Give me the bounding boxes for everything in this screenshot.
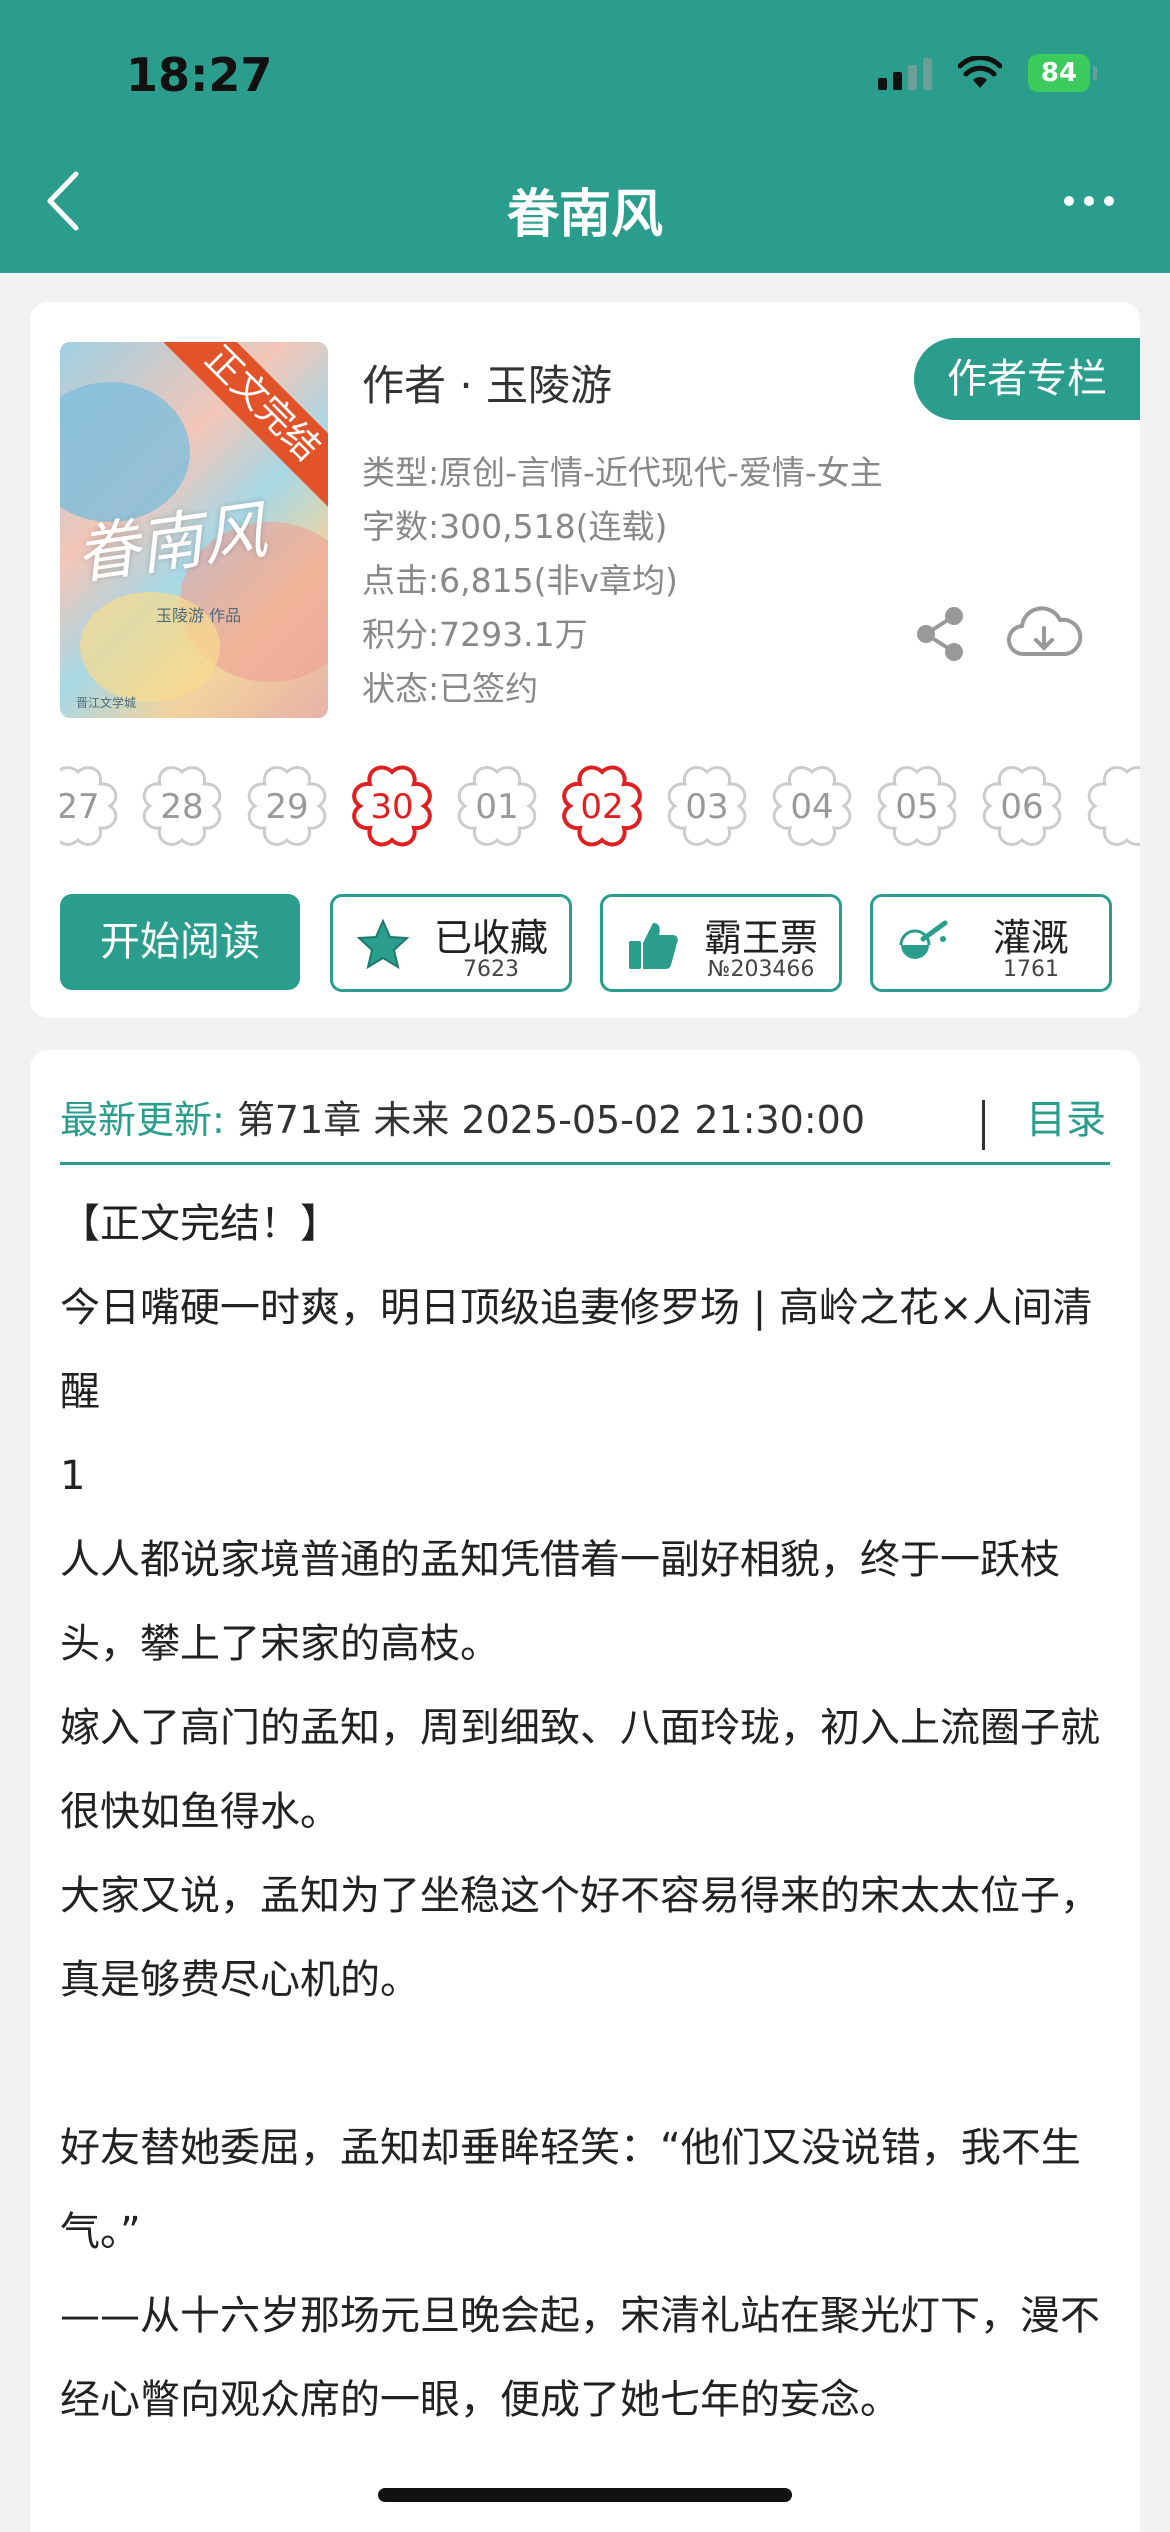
share-icon[interactable] — [910, 604, 970, 664]
latest-update-text: 第71章 未来 2025-05-02 21:30:00 — [236, 1098, 866, 1142]
more-dots-icon[interactable] — [1064, 196, 1114, 206]
synopsis-line: 好友替她委屈，孟知却垂眸轻笑：“他们又没说错，我不生气。” — [60, 2125, 1081, 2255]
download-cloud-icon[interactable] — [1004, 602, 1084, 666]
synopsis-line: 嫁入了高门的孟知，周到细致、八面玲珑，初入上流圈子就很快如鱼得水。 — [60, 1705, 1100, 1835]
cover-publisher: 晋江文学城 — [76, 696, 137, 710]
favorite-label: 已收藏 — [433, 916, 548, 960]
update-day[interactable]: 28 — [136, 760, 228, 852]
meta-score: 积分:7293.1万 — [362, 615, 588, 654]
latest-update-label: 最新更新: — [60, 1098, 225, 1142]
latest-update[interactable]: 最新更新: 第71章 未来 2025-05-02 21:30:00 — [60, 1080, 1110, 1160]
update-day[interactable]: 06 — [976, 760, 1068, 852]
battery-icon: 84 — [1028, 54, 1097, 92]
synopsis-line: 今日嘴硬一时爽，明日顶级追妻修罗场 | 高岭之花×人间清醒 — [60, 1285, 1093, 1415]
update-day-label: 29 — [265, 787, 309, 827]
update-day[interactable]: 27 — [60, 760, 124, 852]
bawangpiao-label: 霸王票 — [703, 916, 818, 960]
app-header: 18:27 84 眷南风 — [0, 0, 1170, 273]
synopsis-line — [60, 2022, 1120, 2106]
status-icons: 84 — [878, 54, 1097, 92]
favorite-button[interactable]: 已收藏 7623 — [330, 894, 572, 992]
book-cover[interactable]: 眷南风 玉陵游 作品 晋江文学城 正文完结 — [60, 342, 328, 718]
start-reading-button[interactable]: 开始阅读 — [60, 894, 300, 990]
watering-can-icon — [899, 920, 948, 959]
thumbs-up-icon — [629, 923, 678, 969]
update-day-label: 06 — [1000, 787, 1044, 827]
home-indicator[interactable] — [378, 2488, 792, 2502]
author-column-button[interactable]: 作者专栏 — [914, 338, 1140, 420]
update-day[interactable]: 05 — [871, 760, 963, 852]
wifi-icon — [958, 56, 1002, 88]
book-synopsis: 【正文完结！】 今日嘴硬一时爽，明日顶级追妻修罗场 | 高岭之花×人间清醒 1 … — [60, 1182, 1120, 2442]
meta-clicks: 点击:6,815(非v章均) — [362, 561, 678, 600]
update-day-label: 03 — [685, 787, 729, 827]
update-day-label: 04 — [790, 787, 834, 827]
meta-word-count: 字数:300,518(连载) — [362, 507, 668, 546]
synopsis-line: 大家又说，孟知为了坐稳这个好不容易得来的宋太太位子，真是够费尽心机的。 — [60, 1873, 1100, 2003]
toc-link[interactable]: 目录 — [1026, 1080, 1106, 1160]
meta-status: 状态:已签约 — [362, 669, 539, 708]
update-day-highlighted[interactable]: 02 — [556, 760, 648, 852]
bawangpiao-count: №203466 — [707, 957, 815, 982]
star-icon — [356, 918, 410, 970]
irrigate-label: 灌溉 — [992, 916, 1069, 960]
meta-genre: 类型:原创-言情-近代现代-爱情-女主 — [362, 453, 883, 492]
divider — [60, 1162, 1110, 1165]
update-day-label: 01 — [475, 787, 519, 827]
update-day-partial[interactable] — [1081, 760, 1140, 852]
update-day[interactable]: 03 — [661, 760, 753, 852]
signal-icon — [878, 56, 932, 90]
irrigate-button[interactable]: 灌溉 1761 — [870, 894, 1112, 992]
page-title: 眷南风 — [506, 185, 663, 245]
synopsis-line: 1 — [60, 1453, 86, 1499]
update-day-label: 02 — [580, 787, 624, 827]
synopsis-card: 最新更新: 第71章 未来 2025-05-02 21:30:00 目录 【正文… — [30, 1050, 1140, 2532]
book-info-card: 眷南风 玉陵游 作品 晋江文学城 正文完结 作者 · 玉陵游 作者专栏 类型:原… — [30, 302, 1140, 1018]
update-day-label: 30 — [370, 787, 414, 827]
update-day-highlighted[interactable]: 30 — [346, 760, 438, 852]
cover-credit: 玉陵游 作品 — [156, 606, 242, 625]
status-time: 18:27 — [126, 48, 273, 102]
synopsis-line: 【正文完结！】 — [60, 1201, 340, 1247]
update-day[interactable]: 29 — [241, 760, 333, 852]
bawangpiao-button[interactable]: 霸王票 №203466 — [600, 894, 842, 992]
favorite-count: 7623 — [463, 957, 519, 982]
synopsis-line: 人人都说家境普通的孟知凭借着一副好相貌，终于一跃枝头，攀上了宋家的高枝。 — [60, 1537, 1060, 1667]
book-meta: 类型:原创-言情-近代现代-爱情-女主 字数:300,518(连载) 点击:6,… — [362, 446, 883, 716]
synopsis-line: ——从十六岁那场元旦晚会起，宋清礼站在聚光灯下，漫不经心瞥向观众席的一眼，便成了… — [60, 2293, 1100, 2423]
author-name[interactable]: 作者 · 玉陵游 — [362, 352, 612, 413]
update-day-label: 05 — [895, 787, 939, 827]
update-day-label: 27 — [60, 787, 100, 827]
update-day[interactable]: 04 — [766, 760, 858, 852]
divider — [982, 1100, 985, 1150]
update-calendar: 27 28 29 30 01 02 03 04 05 06 — [60, 760, 1140, 858]
update-day-label: 28 — [160, 787, 204, 827]
battery-level: 84 — [1040, 58, 1078, 88]
irrigate-count: 1761 — [1003, 957, 1059, 982]
update-day[interactable]: 01 — [451, 760, 543, 852]
